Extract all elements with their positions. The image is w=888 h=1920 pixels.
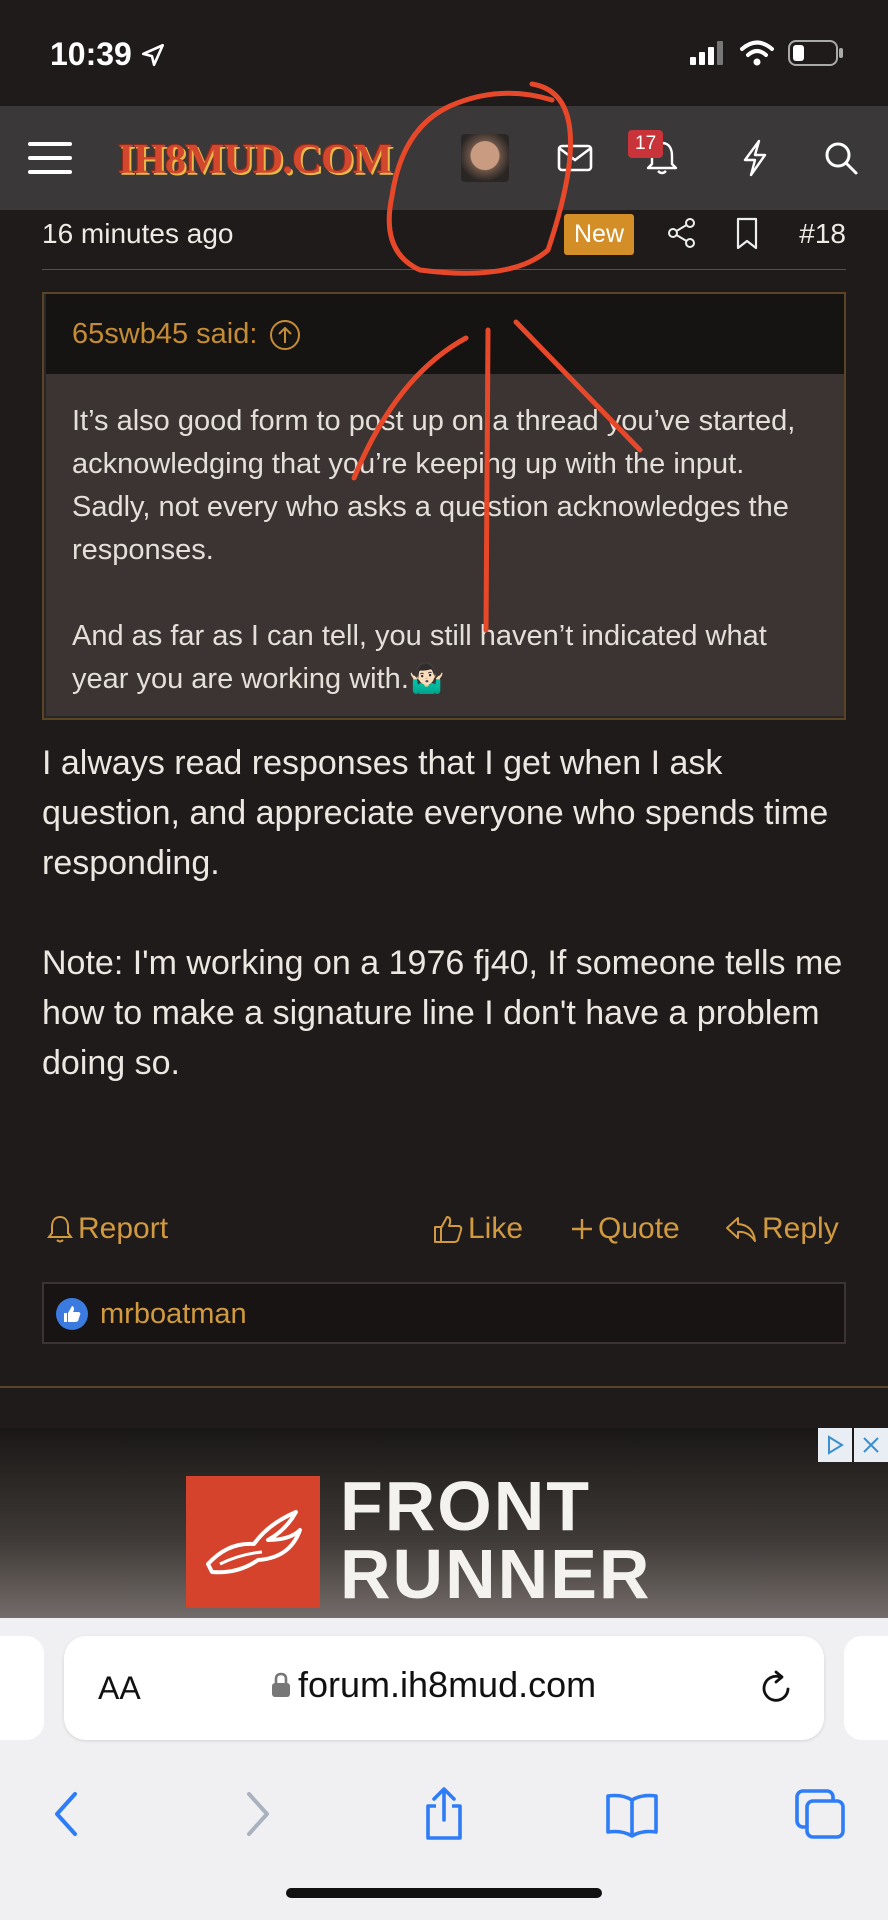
ad-controls <box>816 1428 888 1462</box>
close-ad-icon[interactable] <box>854 1428 888 1462</box>
ad-brand-name: FRONT RUNNER <box>340 1467 652 1613</box>
wifi-icon <box>740 40 774 66</box>
reload-icon[interactable] <box>758 1668 794 1711</box>
reader-settings-button[interactable]: AA <box>98 1670 141 1707</box>
post-number[interactable]: #18 <box>799 218 846 250</box>
browser-toolbar <box>0 1756 888 1866</box>
quote-paragraph: And as far as I can tell, you still have… <box>72 620 767 695</box>
jump-to-quote-icon[interactable] <box>269 319 301 351</box>
back-icon[interactable] <box>38 1786 94 1842</box>
site-logo[interactable]: IH8MUD.COM <box>118 136 392 184</box>
ad-brand-logo <box>186 1476 320 1608</box>
next-tab-preview[interactable] <box>844 1636 888 1740</box>
report-button[interactable]: Report <box>46 1212 168 1246</box>
quote-body: It’s also good form to post up on a thre… <box>46 374 844 716</box>
liked-by-user[interactable]: mrboatman <box>100 1298 247 1331</box>
quote-block: 65swb45 said: It’s also good form to pos… <box>42 292 846 720</box>
post-meta: 16 minutes ago New #18 <box>42 214 846 270</box>
post-divider <box>0 1386 888 1388</box>
bell-icon <box>47 1215 73 1243</box>
quote-header: 65swb45 said: <box>46 294 844 374</box>
adchoices-icon[interactable] <box>818 1428 852 1462</box>
new-badge: New <box>564 214 635 255</box>
previous-tab-preview[interactable] <box>0 1636 44 1740</box>
post-time[interactable]: 16 minutes ago <box>42 218 233 250</box>
like-button[interactable]: Like <box>432 1212 523 1246</box>
plus-icon <box>572 1219 592 1239</box>
quote-paragraph: It’s also good form to post up on a thre… <box>72 405 796 566</box>
quote-button[interactable]: Quote <box>570 1212 680 1246</box>
address-bar[interactable]: AA forum.ih8mud.com <box>64 1636 824 1740</box>
post-actions: Report Like Quote Reply <box>42 1208 846 1258</box>
site-header: IH8MUD.COM 17 <box>0 106 888 210</box>
browser-chrome: AA forum.ih8mud.com <box>0 1618 888 1920</box>
advertisement-banner[interactable]: FRONT RUNNER <box>0 1428 888 1628</box>
status-time: 10:39 <box>50 36 166 73</box>
share-icon[interactable] <box>416 1786 472 1842</box>
message-paragraph: Note: I'm working on a 1976 fj40, If som… <box>42 944 843 1082</box>
bookmark-icon[interactable] <box>732 217 766 251</box>
lightning-icon[interactable] <box>738 134 772 182</box>
menu-icon[interactable] <box>28 134 72 182</box>
status-bar: 10:39 <box>0 0 888 106</box>
reply-button[interactable]: Reply <box>724 1212 839 1246</box>
home-indicator <box>286 1888 602 1898</box>
thumbs-up-icon <box>434 1216 463 1243</box>
mail-icon[interactable] <box>556 134 594 182</box>
tabs-icon[interactable] <box>792 1786 848 1842</box>
likes-bar: mrboatman <box>42 1282 846 1344</box>
account-avatar[interactable] <box>461 134 509 182</box>
status-indicators <box>690 40 844 66</box>
search-icon[interactable] <box>822 134 860 182</box>
reply-icon <box>726 1217 756 1242</box>
notification-count-badge[interactable]: 17 <box>628 130 664 158</box>
share-icon[interactable] <box>666 217 700 251</box>
forward-icon[interactable] <box>230 1786 286 1842</box>
quote-author[interactable]: 65swb45 said: <box>72 318 301 351</box>
signal-icon <box>690 41 723 65</box>
lock-icon <box>272 1672 290 1697</box>
location-arrow-icon <box>141 43 164 66</box>
post-message: I always read responses that I get when … <box>42 738 852 1088</box>
url-display[interactable]: forum.ih8mud.com <box>270 1664 596 1706</box>
bookmarks-icon[interactable] <box>604 1786 660 1842</box>
battery-icon <box>788 40 843 66</box>
thumbs-up-icon <box>56 1298 88 1330</box>
message-paragraph: I always read responses that I get when … <box>42 744 829 882</box>
